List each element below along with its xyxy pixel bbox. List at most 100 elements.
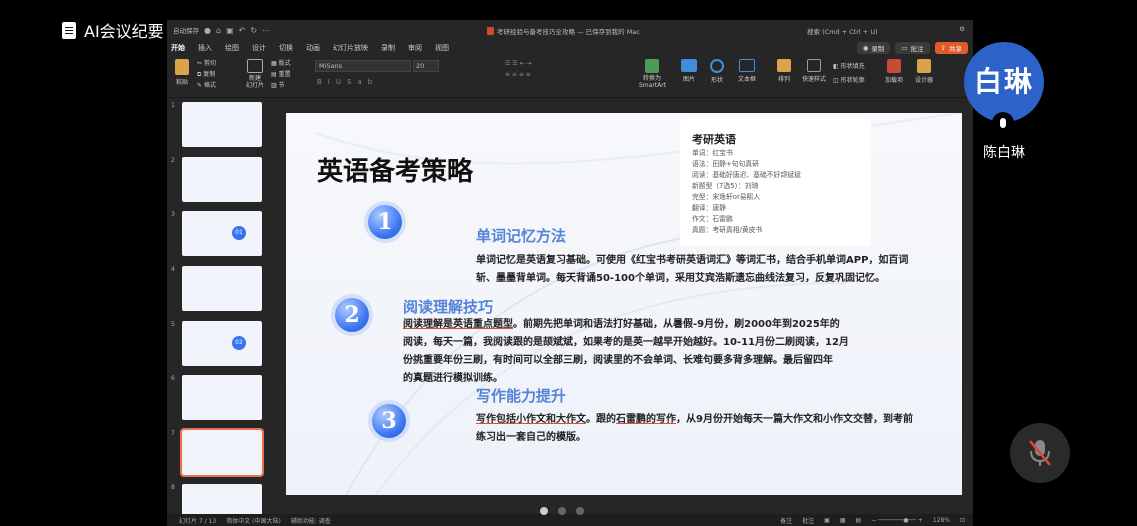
tab-transitions[interactable]: 切换 [279,43,293,53]
document-title[interactable]: 考研经验与备考技巧全攻略 — 已保存到我的 Mac [497,26,640,36]
paragraph-line: 。前期先把单词和语法打好基础，从暑假-9月份，刷2000年到2025年的 [513,319,840,330]
tab-slideshow[interactable]: 幻灯片放映 [333,43,368,53]
tab-view[interactable]: 视图 [435,43,449,53]
paragraph-line: 。跟的 [586,414,616,425]
slide-thumbnail-2[interactable] [182,157,262,202]
participant-name: 陈白琳 [983,145,1025,161]
font-format-buttons[interactable]: BIUSab [317,78,378,86]
cut-button[interactable]: ✂ 剪切 [197,58,216,69]
textbox-button[interactable]: 文本框 [735,59,759,83]
zoom-slider[interactable]: − ───────●── + [871,517,923,524]
comment-button[interactable]: ▭ 批注 [895,42,930,54]
page-dot[interactable] [558,507,566,515]
slides-group: ▦ 版式 ▤ 重置 ▥ 节 [271,58,291,91]
ribbon: 粘贴 ✂ 剪切 ⧉ 复制 ✎ 格式 新建 幻灯片 ▦ 版式 ▤ 重置 ▥ 节 M… [167,56,973,98]
page-indicator[interactable] [540,507,584,515]
picture-label: 图片 [682,76,695,83]
paste-button[interactable]: 粘贴 [171,59,193,86]
slide-title: 英语备考策略 [317,157,474,187]
fit-icon[interactable]: ⊡ [960,517,965,524]
redo-icon[interactable]: ↻ [250,26,257,35]
picture-icon [681,59,697,72]
copy-label: 复制 [203,71,216,78]
section-paragraph: 阅读理解是英语重点题型。前期先把单词和语法打好基础，从暑假-9月份，刷2000年… [403,316,849,388]
tab-draw[interactable]: 绘图 [225,43,239,53]
thumb-number: 1 [171,102,175,109]
accessibility-status[interactable]: 辅助功能: 调查 [291,516,331,525]
new-slide-button[interactable]: 新建 幻灯片 [243,59,267,89]
pptx-file-icon [487,27,494,35]
reset-button[interactable]: ▤ 重置 [271,69,291,80]
comment-icon: ▭ [901,44,908,52]
home-icon[interactable]: ⌂ [216,26,221,35]
autosave-label[interactable]: 自动保存 [173,25,199,35]
share-button[interactable]: ⇪ 共享 [934,42,968,54]
cut-label: 剪切 [203,60,216,67]
paragraph-group[interactable]: ☰ ☰ ⇤ ⇥ ≡ ≡ ≡ ≡ [505,58,532,80]
page-dot[interactable] [576,507,584,515]
arrange-button[interactable]: 排列 [773,59,795,83]
save-icon[interactable]: ▣ [226,26,234,35]
font-family-select[interactable]: MiSans [315,60,411,72]
record-button[interactable]: ◉ 录制 [856,42,891,54]
slide-thumbnail-7[interactable] [180,428,264,477]
format-painter-button[interactable]: ✎ 格式 [197,80,216,91]
copy-button[interactable]: ⧉ 复制 [197,69,216,80]
participant-tile[interactable]: 白琳 [964,42,1044,122]
mute-button[interactable] [1010,423,1070,483]
shape-outline-button[interactable]: ◫ 形状轮廓 [833,74,865,88]
meeting-title: AI会议纪要 [84,22,164,41]
tab-record[interactable]: 录制 [381,43,395,53]
slide-thumbnail-4[interactable] [182,266,262,311]
section-number-circle: 3 [372,404,406,438]
smartart-button[interactable]: 转换为 SmartArt [639,59,666,89]
normal-view-icon[interactable]: ▣ [824,517,830,524]
clipboard-group: ✂ 剪切 ⧉ 复制 ✎ 格式 [197,58,216,91]
shape-button[interactable]: 形状 [707,59,727,84]
tab-review[interactable]: 审阅 [408,43,422,53]
addins-label: 加载项 [884,77,903,84]
record-label: 录制 [871,45,885,53]
slide-counter: 幻灯片 7 / 13 [179,517,217,525]
tab-home[interactable]: 开始 [171,43,185,53]
search-box[interactable]: 搜索 (Cmd + Ctrl + U) [807,26,878,36]
tab-design[interactable]: 设计 [252,43,266,53]
slide-thumbnail-5[interactable]: 02 [182,321,262,366]
share-icon[interactable]: ⚙ [959,25,965,33]
layout-button[interactable]: ▦ 版式 [271,58,291,69]
section-button[interactable]: ▥ 节 [271,80,291,91]
sorter-view-icon[interactable]: ▦ [840,517,846,524]
page-dot[interactable] [540,507,548,515]
zoom-level[interactable]: 128% [933,517,950,524]
quick-style-button[interactable]: 快速样式 [799,59,829,83]
picture-button[interactable]: 图片 [679,59,699,83]
paragraph-line: 份挑重要年份三刷，有时间可以全部三刷，阅读里的不会单词、长难句要多背多理解。最后… [403,355,833,366]
toggle-icon[interactable]: ● [204,26,211,35]
textbox-icon [739,59,755,72]
designer-button[interactable]: 设计器 [913,59,935,84]
thumb-badge: 01 [232,226,246,240]
slide-thumbnail-3[interactable]: 01 [182,211,262,256]
shape-label: 形状 [710,77,723,84]
slide-canvas[interactable]: 英语备考策略 考研英语 单词：红宝书 语法：田静+句句真研 阅读：基础好唐迟、基… [286,113,962,495]
font-size-select[interactable]: 20 [413,60,439,72]
shape-icon [710,59,724,73]
shape-fill-button[interactable]: ◧ 形状填充 [833,60,865,74]
card-line: 语法：田静+句句真研 [692,160,759,168]
comments-status-button[interactable]: 批注 [802,516,814,525]
paste-label: 粘贴 [175,79,188,86]
notes-button[interactable]: 备注 [780,516,792,525]
addins-icon [887,59,901,73]
slide-thumbnail-6[interactable] [182,375,262,420]
tab-insert[interactable]: 插入 [198,43,212,53]
reading-view-icon[interactable]: ▤ [856,517,862,524]
addins-button[interactable]: 加载项 [883,59,905,84]
card-line: 阅读：基础好唐迟、基础不好颉斌斌 [692,171,801,179]
undo-icon[interactable]: ↶ [239,26,246,35]
tab-animations[interactable]: 动画 [306,43,320,53]
paragraph-line: 斩、墨墨背单词。每天背诵50-100个单词，采用艾宾浩斯遗忘曲线法复习，反复巩固… [476,273,885,284]
slide-thumbnail-1[interactable] [182,102,262,147]
card-line: 翻译：唐静 [692,204,726,212]
language-status[interactable]: 简体中文 (中国大陆) [226,516,281,525]
more-icon[interactable]: ⋯ [262,26,270,35]
